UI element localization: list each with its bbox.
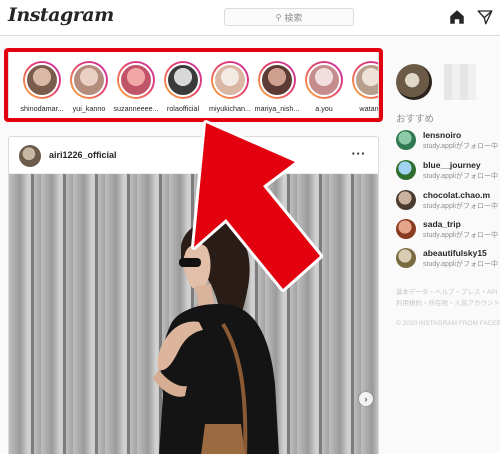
footer-links[interactable]: 基本データ・ヘルプ・プレス・API・求人情報・ 利用規約・所在地・人気アカウント… xyxy=(396,287,500,309)
direct-icon[interactable] xyxy=(476,8,494,26)
story-ring xyxy=(211,61,249,99)
story-ring xyxy=(258,61,296,99)
story-ring xyxy=(352,61,378,99)
current-user-name-blurred xyxy=(444,64,476,100)
suggestion-username[interactable]: lensnoiro xyxy=(423,130,461,140)
top-nav: Instagram ⚲ 検索 xyxy=(0,0,500,36)
story-username: shinodamar... xyxy=(20,104,64,113)
suggestion-subtitle: study.appliがフォロー中 xyxy=(423,261,498,268)
story-item[interactable]: miyukichan... xyxy=(205,61,255,113)
instagram-logo[interactable]: Instagram xyxy=(8,4,114,26)
suggestion-avatar[interactable] xyxy=(396,130,416,150)
story-username: mariya_nish... xyxy=(254,104,300,113)
suggestion-avatar[interactable] xyxy=(396,248,416,268)
post-photo-image xyxy=(9,174,378,454)
footer-links-line-1[interactable]: 基本データ・ヘルプ・プレス・API・求人情報・ xyxy=(396,287,500,298)
story-item[interactable]: rolaofficial xyxy=(158,61,208,113)
suggestion-username[interactable]: chocolat.chao.m xyxy=(423,190,490,200)
suggestion-subtitle: study.appliがフォロー中 xyxy=(423,143,498,150)
copyright: © 2020 INSTAGRAM FROM FACEBOOK xyxy=(396,320,500,327)
feed-post: airi1226_official ··· › xyxy=(8,136,379,454)
current-user-avatar[interactable] xyxy=(396,64,432,100)
suggestion-subtitle: study.appliがフォロー中 xyxy=(423,173,498,180)
story-username: a.you xyxy=(315,104,333,113)
post-avatar[interactable] xyxy=(19,145,41,167)
story-ring xyxy=(305,61,343,99)
story-item[interactable]: suzanneeee... xyxy=(111,61,161,113)
suggestion-item[interactable]: sada_trip study.appliがフォロー中 xyxy=(396,219,500,241)
search-input[interactable]: ⚲ 検索 xyxy=(224,8,354,26)
suggestion-avatar[interactable] xyxy=(396,219,416,239)
story-ring xyxy=(117,61,155,99)
story-item[interactable]: a.you xyxy=(299,61,349,113)
story-item[interactable]: yui_kanno xyxy=(64,61,114,113)
search-placeholder: 検索 xyxy=(284,12,303,23)
story-avatar xyxy=(354,63,378,97)
story-avatar xyxy=(260,63,294,97)
suggestion-item[interactable]: chocolat.chao.m study.appliがフォロー中 xyxy=(396,190,500,212)
suggestion-item[interactable]: lensnoiro study.appliがフォロー中 xyxy=(396,130,500,152)
story-avatar xyxy=(119,63,153,97)
suggestion-subtitle: study.appliがフォロー中 xyxy=(423,203,498,210)
story-username: rolaofficial xyxy=(166,104,200,113)
post-username[interactable]: airi1226_official xyxy=(49,150,117,160)
story-item[interactable]: mariya_nish... xyxy=(252,61,302,113)
suggestion-username[interactable]: abeautifulsky15 xyxy=(423,248,487,258)
suggestion-item[interactable]: blue__journey study.appliがフォロー中 xyxy=(396,160,500,182)
story-avatar xyxy=(213,63,247,97)
story-username: yui_kanno xyxy=(72,104,106,113)
suggestion-username[interactable]: blue__journey xyxy=(423,160,481,170)
story-ring xyxy=(23,61,61,99)
home-icon[interactable] xyxy=(448,8,466,26)
search-icon: ⚲ xyxy=(275,12,282,22)
story-ring xyxy=(70,61,108,99)
suggestions-title: おすすめ xyxy=(396,114,435,125)
story-username: watana xyxy=(359,104,379,113)
story-ring xyxy=(164,61,202,99)
post-header: airi1226_official ··· xyxy=(9,137,378,174)
story-username: suzanneeee... xyxy=(113,104,159,113)
suggestion-subtitle: study.appliがフォロー中 xyxy=(423,232,498,239)
story-avatar xyxy=(25,63,59,97)
suggestion-item[interactable]: abeautifulsky15 study.appliがフォロー中 xyxy=(396,248,500,270)
next-photo-button[interactable]: › xyxy=(359,392,373,406)
suggestion-avatar[interactable] xyxy=(396,190,416,210)
story-item[interactable]: shinodamar... xyxy=(17,61,67,113)
suggestion-username[interactable]: sada_trip xyxy=(423,219,461,229)
footer-links-line-2[interactable]: 利用規約・所在地・人気アカウント・ハッ xyxy=(396,298,500,309)
more-options-icon[interactable]: ··· xyxy=(352,146,367,161)
post-photo[interactable]: › xyxy=(9,174,378,454)
story-avatar xyxy=(166,63,200,97)
story-avatar xyxy=(72,63,106,97)
suggestion-avatar[interactable] xyxy=(396,160,416,180)
story-username: miyukichan... xyxy=(209,104,251,113)
story-item[interactable]: watana xyxy=(346,61,379,113)
stories-tray: shinodamar... yui_kanno suzanneeee... rolao… xyxy=(8,50,379,120)
story-avatar xyxy=(307,63,341,97)
